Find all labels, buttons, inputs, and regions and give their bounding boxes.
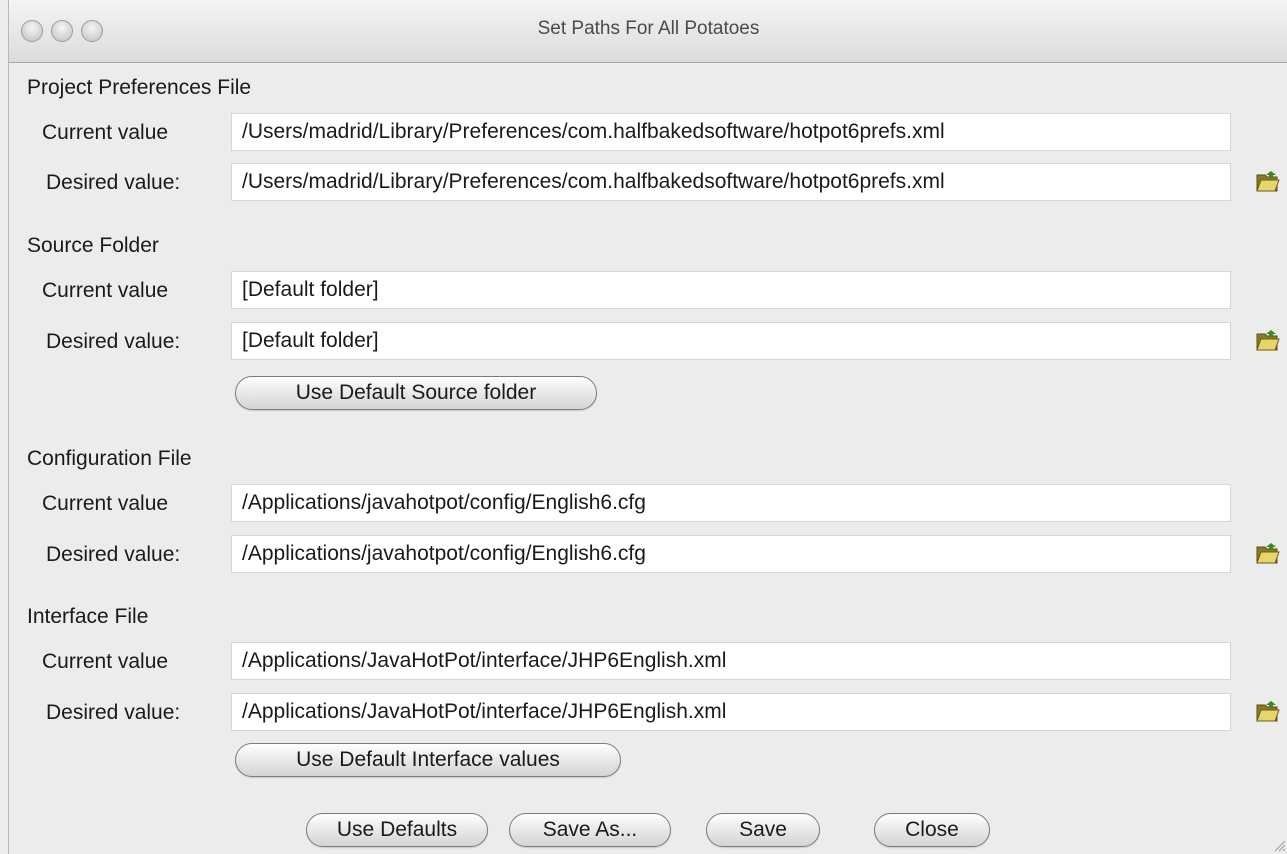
- use-default-interface-values-button[interactable]: Use Default Interface values: [235, 743, 621, 777]
- save-button[interactable]: Save: [706, 813, 820, 847]
- interface-desired-value-field[interactable]: /Applications/JavaHotPot/interface/JHP6E…: [231, 693, 1231, 731]
- config-current-value-field: /Applications/javahotpot/config/English6…: [231, 484, 1231, 522]
- current-value-label: Current value: [42, 492, 169, 515]
- section-title-source-folder: Source Folder: [27, 234, 159, 257]
- source-current-value-field: [Default folder]: [231, 271, 1231, 309]
- desired-value-label: Desired value:: [46, 701, 181, 724]
- use-default-source-folder-button[interactable]: Use Default Source folder: [235, 376, 597, 410]
- section-title-configuration-file: Configuration File: [27, 447, 192, 470]
- current-value-label: Current value: [42, 121, 169, 144]
- section-title-interface-file: Interface File: [27, 605, 149, 628]
- open-folder-icon[interactable]: [1255, 700, 1281, 724]
- open-folder-icon[interactable]: [1255, 170, 1281, 194]
- save-as-button[interactable]: Save As...: [509, 813, 671, 847]
- prefs-current-value-field: /Users/madrid/Library/Preferences/com.ha…: [231, 113, 1231, 151]
- resize-grip-icon[interactable]: [1272, 838, 1286, 852]
- current-value-label: Current value: [42, 650, 169, 673]
- set-paths-window: Set Paths For All Potatoes Project Prefe…: [8, 0, 1287, 854]
- config-desired-value-field[interactable]: /Applications/javahotpot/config/English6…: [231, 535, 1231, 573]
- section-title-project-preferences: Project Preferences File: [27, 76, 252, 99]
- desired-value-label: Desired value:: [46, 543, 181, 566]
- desired-value-label: Desired value:: [46, 330, 181, 353]
- window-title: Set Paths For All Potatoes: [537, 18, 760, 39]
- prefs-desired-value-field[interactable]: /Users/madrid/Library/Preferences/com.ha…: [231, 163, 1231, 201]
- current-value-label: Current value: [42, 279, 169, 302]
- close-button[interactable]: Close: [874, 813, 990, 847]
- open-folder-icon[interactable]: [1255, 542, 1281, 566]
- use-defaults-button[interactable]: Use Defaults: [306, 813, 488, 847]
- source-desired-value-field[interactable]: [Default folder]: [231, 322, 1231, 360]
- interface-current-value-field: /Applications/JavaHotPot/interface/JHP6E…: [231, 642, 1231, 680]
- desired-value-label: Desired value:: [46, 171, 181, 194]
- open-folder-icon[interactable]: [1255, 329, 1281, 353]
- title-bar: Set Paths For All Potatoes: [9, 0, 1287, 63]
